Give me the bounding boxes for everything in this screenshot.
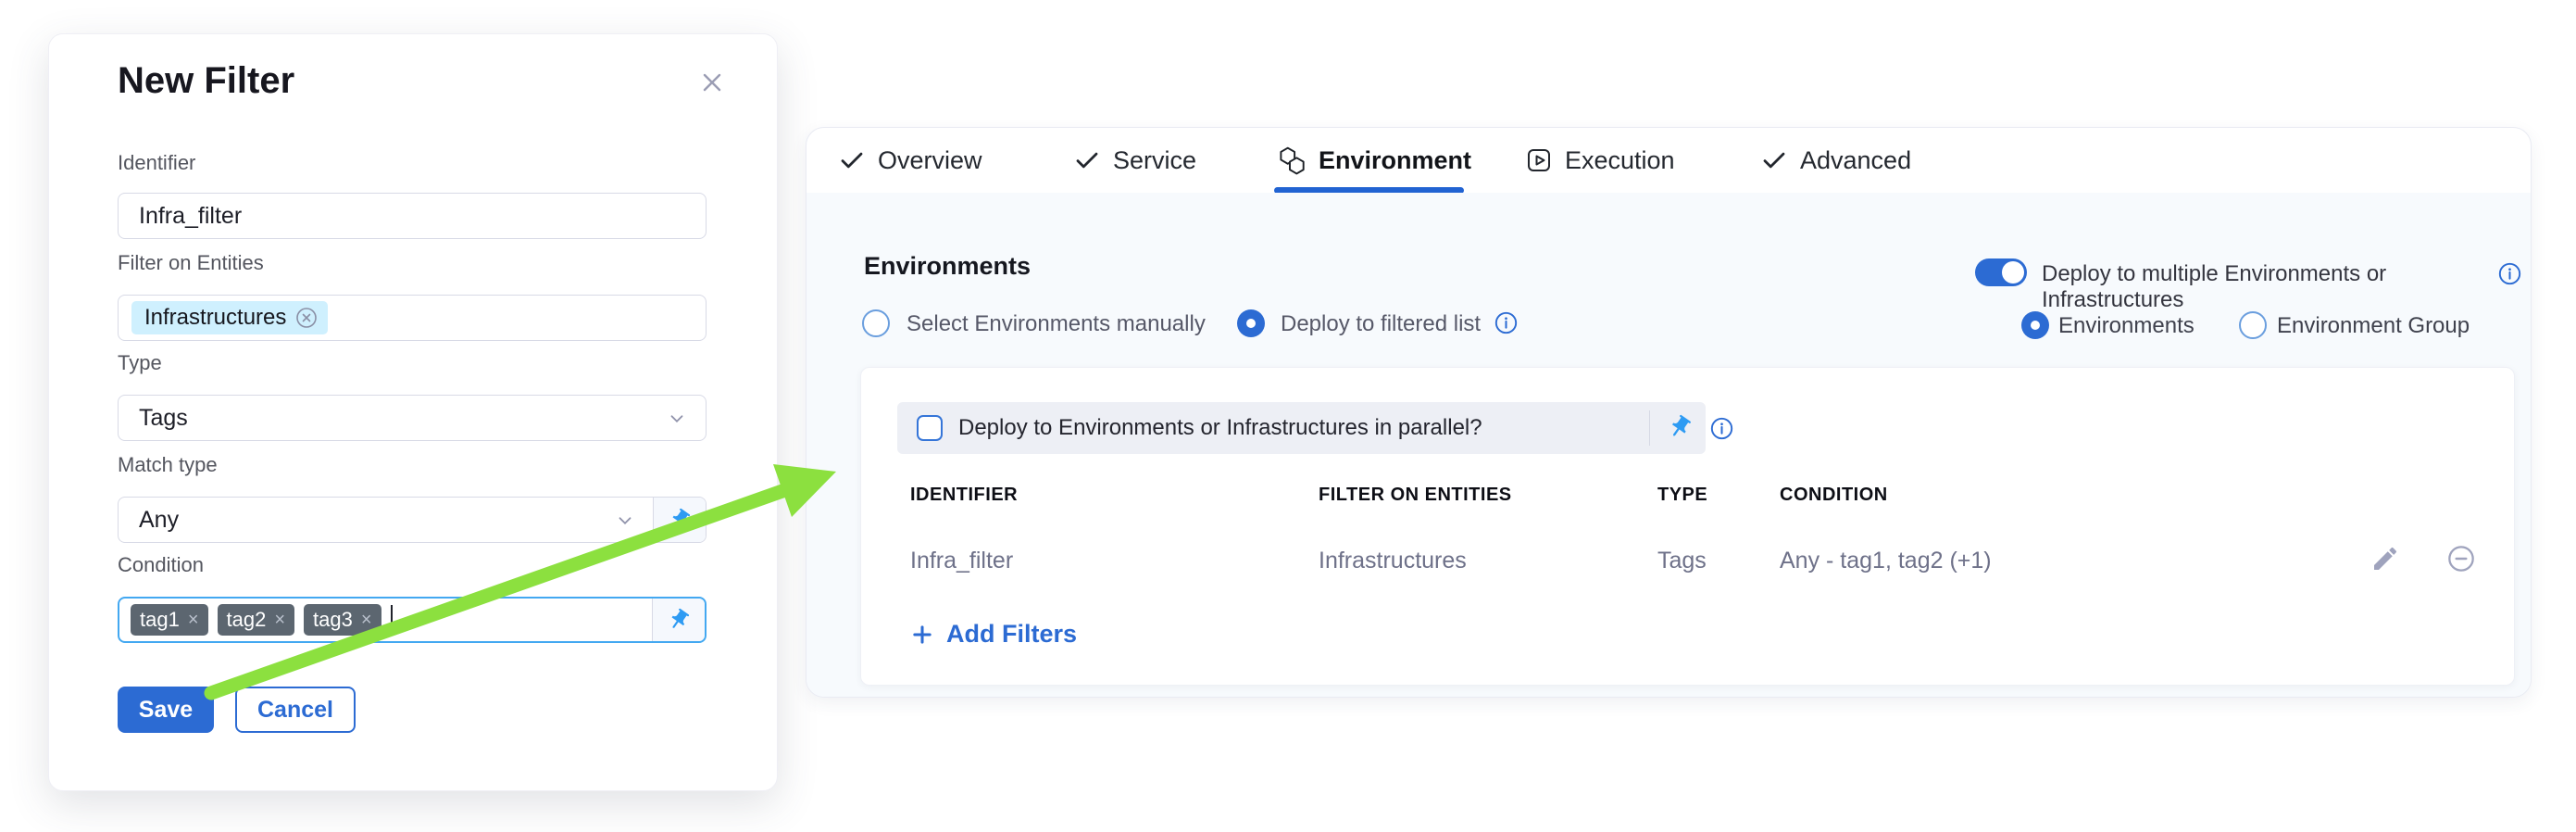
remove-minus-icon[interactable] [2446,544,2476,574]
radio-label: Environments [2058,313,2195,339]
parallel-checkbox-label: Deploy to Environments or Infrastructure… [958,402,1482,454]
chevron-down-icon [667,409,687,434]
radio-label: Environment Group [2277,313,2470,339]
tab-label: Advanced [1800,146,1911,175]
environments-heading: Environments [864,252,1031,281]
info-icon[interactable] [1494,310,1519,340]
radio-label: Deploy to filtered list [1281,311,1481,337]
identifier-input[interactable]: Infra_filter [118,193,707,239]
entities-chip-label: Infrastructures [144,305,286,331]
column-header: TYPE [1657,485,1707,506]
toggle-label: Deploy to multiple Environments or Infra… [2042,261,2531,313]
match-type-select[interactable]: Any [118,497,707,543]
column-header: CONDITION [1780,485,1888,506]
close-icon[interactable] [694,64,731,101]
chevron-down-icon [615,511,635,536]
type-select[interactable]: Tags [118,395,707,441]
deploy-multiple-toggle[interactable] [1975,258,2027,286]
condition-input[interactable]: tag1 × tag2 × tag3 × [118,597,707,643]
filter-on-entities-input[interactable]: Infrastructures [118,295,707,341]
condition-tag: tag1 × [131,604,208,636]
identifier-value: Infra_filter [119,203,242,230]
environment-icon [1277,145,1307,175]
tab-overview[interactable]: Overview [838,128,982,193]
condition-label: Condition [118,553,204,577]
info-icon[interactable] [2497,261,2522,291]
type-value: Tags [119,405,188,432]
radio-environments[interactable] [2021,311,2049,339]
tab-label: Service [1113,146,1196,175]
condition-tag: tag3 × [304,604,381,636]
column-header: FILTER ON ENTITIES [1319,485,1512,506]
chip-remove-icon[interactable] [294,306,319,330]
tab-execution[interactable]: Execution [1525,128,1675,193]
cell-filter-on-entities: Infrastructures [1319,548,1467,574]
tab-service[interactable]: Service [1073,128,1196,193]
condition-tag: tag2 × [218,604,295,636]
radio-deploy-to-filtered-list[interactable] [1237,309,1265,337]
stage-config-panel: Overview Service Environment Execution [806,127,2532,698]
column-header: IDENTIFIER [910,485,1018,506]
info-icon[interactable] [1709,416,1734,446]
environment-tab-content: Environments Select Environments manuall… [807,193,2531,697]
pin-icon[interactable] [653,498,706,542]
parallel-checkbox[interactable] [917,415,943,441]
text-cursor [391,605,393,635]
tab-label: Execution [1565,146,1675,175]
tag-remove-icon[interactable]: × [361,610,372,631]
add-filters-label: Add Filters [946,620,1077,649]
radio-environment-group[interactable] [2239,311,2267,339]
condition-tag-label: tag3 [313,608,353,632]
cell-type: Tags [1657,548,1707,574]
tab-bar: Overview Service Environment Execution [807,128,2531,194]
check-icon [1073,146,1101,174]
condition-tag-label: tag1 [140,608,180,632]
radio-label: Select Environments manually [907,311,1206,337]
cancel-button[interactable]: Cancel [235,687,356,733]
filter-on-entities-label: Filter on Entities [118,251,264,275]
tab-environment[interactable]: Environment [1277,128,1471,193]
pin-icon[interactable] [1667,414,1693,445]
entities-chip: Infrastructures [131,301,328,334]
filters-card: Deploy to Environments or Infrastructure… [860,367,2515,686]
condition-tag-label: tag2 [227,608,267,632]
plus-icon [909,622,935,648]
check-icon [1760,146,1788,174]
new-filter-modal: New Filter Identifier Infra_filter Filte… [48,33,778,791]
check-icon [838,146,866,174]
match-type-value: Any [119,507,179,534]
tag-remove-icon[interactable]: × [274,610,285,631]
save-button[interactable]: Save [118,687,214,733]
cell-identifier: Infra_filter [910,548,1013,574]
tab-label: Environment [1319,146,1471,175]
divider [1649,410,1650,446]
edit-pencil-icon[interactable] [2370,544,2400,574]
type-label: Type [118,351,162,375]
cell-condition: Any - tag1, tag2 (+1) [1780,548,1992,574]
execution-icon [1525,146,1553,174]
tab-label: Overview [878,146,982,175]
pin-icon[interactable] [652,599,705,641]
tag-remove-icon[interactable]: × [188,610,199,631]
identifier-label: Identifier [118,151,195,175]
add-filters-button[interactable]: Add Filters [909,620,1077,649]
match-type-label: Match type [118,453,218,477]
tab-advanced[interactable]: Advanced [1760,128,1911,193]
modal-title: New Filter [118,60,294,102]
parallel-option-strip: Deploy to Environments or Infrastructure… [897,402,1706,454]
page: New Filter Identifier Infra_filter Filte… [0,0,2576,832]
radio-select-environments-manually[interactable] [862,309,890,337]
